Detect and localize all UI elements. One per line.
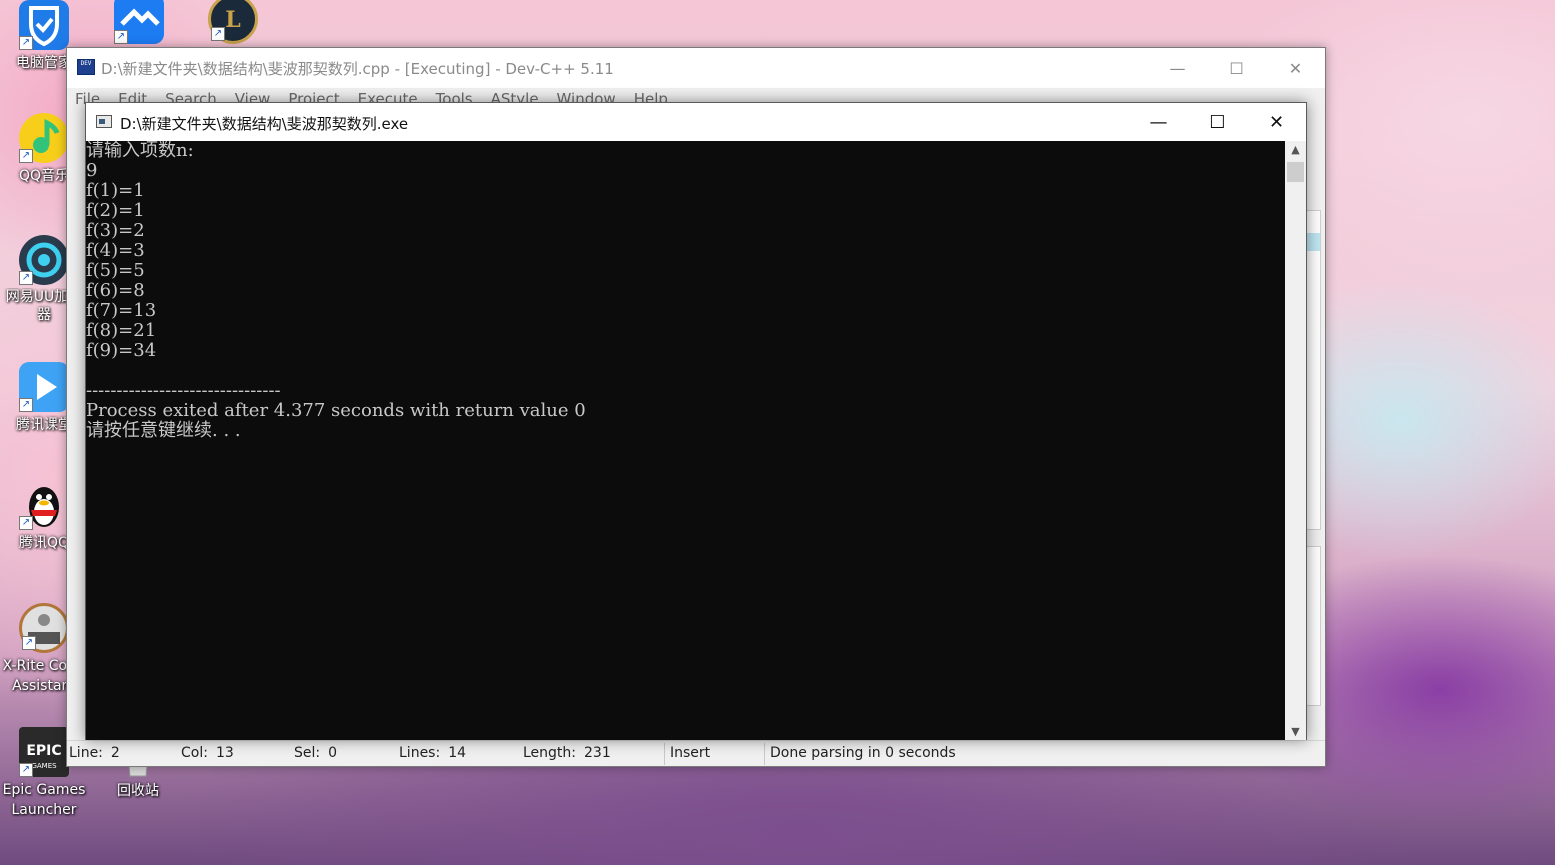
console-line: f(9)=34 bbox=[86, 340, 157, 361]
console-scrollbar[interactable]: ▲ ▼ bbox=[1285, 141, 1306, 740]
minimize-button[interactable]: — bbox=[1148, 48, 1207, 88]
console-line: Process exited after 4.377 seconds with … bbox=[86, 400, 586, 421]
desktop-icon-league-of-legends[interactable]: L ↗ bbox=[189, 0, 277, 44]
console-line: f(1)=1 bbox=[86, 180, 145, 201]
devcpp-titlebar[interactable]: DEV D:\新建文件夹\数据结构\斐波那契数列.cpp - [Executin… bbox=[67, 48, 1325, 88]
shortcut-arrow-icon: ↗ bbox=[19, 398, 33, 412]
console-window[interactable]: D:\新建文件夹\数据结构\斐波那契数列.exe — ☐ ✕ 请输入项数n: 9… bbox=[85, 102, 1307, 740]
console-line: f(7)=13 bbox=[86, 300, 157, 321]
svg-text:GAMES: GAMES bbox=[31, 762, 57, 770]
shield-icon: ↗ bbox=[19, 0, 69, 50]
console-line: 请按任意键继续. . . bbox=[86, 420, 241, 441]
console-maximize-button[interactable]: ☐ bbox=[1188, 103, 1247, 141]
console-titlebar[interactable]: D:\新建文件夹\数据结构\斐波那契数列.exe — ☐ ✕ bbox=[86, 103, 1306, 141]
devcpp-statusbar: Line: 2 Col: 13 Sel: 0 Lines: 14 Length: 231 … bbox=[67, 740, 1325, 766]
shortcut-arrow-icon: ↗ bbox=[19, 763, 33, 777]
penguin-icon: ↗ bbox=[19, 480, 69, 530]
shortcut-arrow-icon: ↗ bbox=[211, 27, 225, 41]
console-separator: -------------------------------- bbox=[86, 380, 281, 401]
devcpp-window-title: D:\新建文件夹\数据结构\斐波那契数列.cpp - [Executing] -… bbox=[101, 60, 614, 78]
devcpp-app-icon: DEV bbox=[77, 59, 95, 75]
svg-text:L: L bbox=[225, 7, 240, 33]
status-message: Done parsing in 0 seconds bbox=[770, 745, 956, 761]
devcpp-side-pane[interactable] bbox=[1305, 210, 1321, 530]
desktop-icon-label: Epic Games Launcher bbox=[2, 782, 86, 818]
console-line: f(6)=8 bbox=[86, 280, 145, 301]
maximize-button[interactable]: ☐ bbox=[1207, 48, 1266, 88]
status-line: Line: 2 bbox=[69, 745, 120, 761]
shortcut-arrow-icon: ↗ bbox=[22, 636, 36, 650]
console-close-button[interactable]: ✕ bbox=[1247, 103, 1306, 141]
status-length: Length: 231 bbox=[523, 745, 611, 761]
status-lines: Lines: 14 bbox=[399, 745, 467, 761]
console-output[interactable]: 请输入项数n: 9 f(1)=1 f(2)=1 f(3)=2 f(4)=3 f(… bbox=[86, 141, 1286, 740]
close-button[interactable]: ✕ bbox=[1266, 48, 1325, 88]
minimize-icon: — bbox=[1149, 111, 1168, 133]
devcpp-left-panel bbox=[67, 110, 86, 740]
console-window-title: D:\新建文件夹\数据结构\斐波那契数列.exe bbox=[120, 115, 409, 133]
shortcut-arrow-icon: ↗ bbox=[114, 30, 128, 44]
scroll-down-icon[interactable]: ▼ bbox=[1285, 723, 1306, 740]
close-icon: ✕ bbox=[1268, 111, 1285, 133]
shortcut-arrow-icon: ↗ bbox=[19, 516, 33, 530]
console-line: f(8)=21 bbox=[86, 320, 157, 341]
console-line: 9 bbox=[86, 160, 98, 181]
console-app-icon bbox=[96, 115, 112, 128]
league-of-legends-icon: L ↗ bbox=[208, 0, 258, 44]
color-calibration-icon: ↗ bbox=[19, 603, 69, 653]
console-line bbox=[86, 361, 1286, 381]
music-note-icon: ↗ bbox=[19, 113, 69, 163]
svg-text:EPIC: EPIC bbox=[26, 743, 61, 759]
maximize-icon: ☐ bbox=[1209, 111, 1226, 133]
status-sel: Sel: 0 bbox=[294, 745, 338, 761]
shortcut-arrow-icon: ↗ bbox=[19, 149, 33, 163]
console-line: f(5)=5 bbox=[86, 260, 145, 281]
maximize-icon: ☐ bbox=[1229, 58, 1244, 78]
console-line: 请输入项数n: bbox=[86, 141, 194, 161]
devcpp-side-pane-lower[interactable] bbox=[1305, 546, 1321, 706]
console-line: f(4)=3 bbox=[86, 240, 145, 261]
play-icon: ↗ bbox=[19, 362, 69, 412]
console-minimize-button[interactable]: — bbox=[1129, 103, 1188, 141]
lark-icon: ↗ bbox=[114, 0, 164, 44]
minimize-icon: — bbox=[1169, 58, 1186, 78]
epic-games-icon: EPIC GAMES ↗ bbox=[19, 727, 69, 777]
desktop-icon-lark[interactable]: ↗ bbox=[95, 0, 183, 44]
scroll-thumb[interactable] bbox=[1287, 162, 1304, 182]
status-mode: Insert bbox=[670, 745, 711, 761]
scroll-up-icon[interactable]: ▲ bbox=[1285, 141, 1306, 158]
shortcut-arrow-icon: ↗ bbox=[19, 36, 33, 50]
console-line: f(3)=2 bbox=[86, 220, 145, 241]
console-line: f(2)=1 bbox=[86, 200, 145, 221]
close-icon: ✕ bbox=[1288, 58, 1303, 78]
status-col: Col: 13 bbox=[181, 745, 234, 761]
shortcut-arrow-icon: ↗ bbox=[19, 271, 33, 285]
desktop-icon-label: 回收站 bbox=[117, 783, 159, 799]
uu-accelerator-icon: ↗ bbox=[19, 235, 69, 285]
